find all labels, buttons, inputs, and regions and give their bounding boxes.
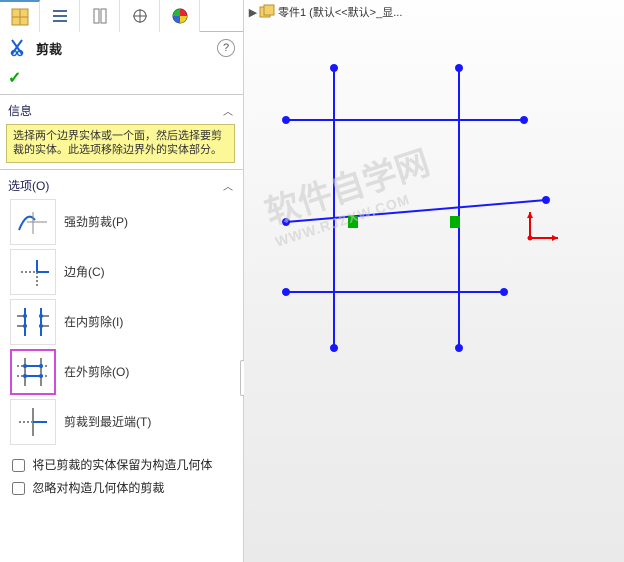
power-trim-icon: [10, 199, 56, 245]
options-list: 强劲剪裁(P) 边角(C) 在内剪除(I) 在外剪除(O): [6, 195, 235, 453]
graphics-viewport[interactable]: ▶ 零件1 (默认<<默认>_显... 软件自学网WWW.RJZXW.COM: [244, 0, 624, 562]
panel-header: 剪裁 ?: [0, 32, 243, 64]
info-section-title: 信息: [8, 102, 32, 119]
panel-actions: ✓: [0, 64, 243, 92]
info-section-head[interactable]: 信息 ︿: [6, 101, 235, 120]
option-label: 在外剪除(O): [64, 363, 129, 380]
tab-feature-manager[interactable]: [0, 0, 40, 32]
option-label: 强劲剪裁(P): [64, 213, 128, 230]
option-corner[interactable]: 边角(C): [8, 247, 235, 297]
ok-button[interactable]: ✓: [8, 68, 21, 88]
trim-icon: [8, 38, 30, 58]
option-label: 边角(C): [64, 263, 105, 280]
option-label: 剪裁到最近端(T): [64, 413, 151, 430]
sketch-canvas[interactable]: [244, 0, 624, 562]
option-trim-outside[interactable]: 在外剪除(O): [8, 347, 235, 397]
checkbox-input[interactable]: [12, 459, 25, 472]
trim-outside-icon: [10, 349, 56, 395]
tab-dimxpert[interactable]: [120, 0, 160, 32]
help-button[interactable]: ?: [217, 39, 235, 57]
checkbox-label: 将已剪裁的实体保留为构造几何体: [32, 458, 212, 472]
color-wheel-icon: [171, 7, 189, 25]
option-trim-inside[interactable]: 在内剪除(I): [8, 297, 235, 347]
trim-inside-icon: [10, 299, 56, 345]
options-section-title: 选项(O): [8, 177, 49, 194]
panel-title: 剪裁: [36, 39, 62, 58]
info-section: 信息 ︿ 选择两个边界实体或一个面，然后选择要剪裁的实体。此选项移除边界外的实体…: [0, 94, 243, 167]
options-section-head[interactable]: 选项(O) ︿: [6, 176, 235, 195]
checkbox-input[interactable]: [12, 482, 25, 495]
trim-closest-icon: [10, 399, 56, 445]
option-trim-closest[interactable]: 剪裁到最近端(T): [8, 397, 235, 447]
checkbox-label: 忽略对构造几何体的剪裁: [32, 481, 164, 495]
target-icon: [131, 7, 149, 25]
config-icon: [91, 7, 109, 25]
panel-tabstrip: [0, 0, 243, 32]
tab-appearance[interactable]: [160, 0, 200, 32]
tab-property-manager[interactable]: [40, 0, 80, 32]
list-icon: [51, 7, 69, 25]
checkbox-ignore-construction[interactable]: 忽略对构造几何体的剪裁: [6, 476, 235, 499]
chevron-up-icon: ︿: [223, 178, 233, 193]
tab-configuration[interactable]: [80, 0, 120, 32]
chevron-up-icon: ︿: [223, 103, 233, 118]
options-section: 选项(O) ︿ 强劲剪裁(P) 边角(C) 在内剪除(I): [0, 169, 243, 501]
checkbox-keep-construction[interactable]: 将已剪裁的实体保留为构造几何体: [6, 453, 235, 476]
option-power-trim[interactable]: 强劲剪裁(P): [8, 197, 235, 247]
info-message: 选择两个边界实体或一个面，然后选择要剪裁的实体。此选项移除边界外的实体部分。: [6, 124, 235, 163]
option-label: 在内剪除(I): [64, 313, 123, 330]
coordinate-system-icon: [524, 208, 564, 248]
cube-icon: [9, 6, 31, 28]
corner-icon: [10, 249, 56, 295]
feature-panel: 剪裁 ? ✓ 信息 ︿ 选择两个边界实体或一个面，然后选择要剪裁的实体。此选项移…: [0, 0, 244, 562]
tabstrip-spacer: [200, 0, 243, 31]
